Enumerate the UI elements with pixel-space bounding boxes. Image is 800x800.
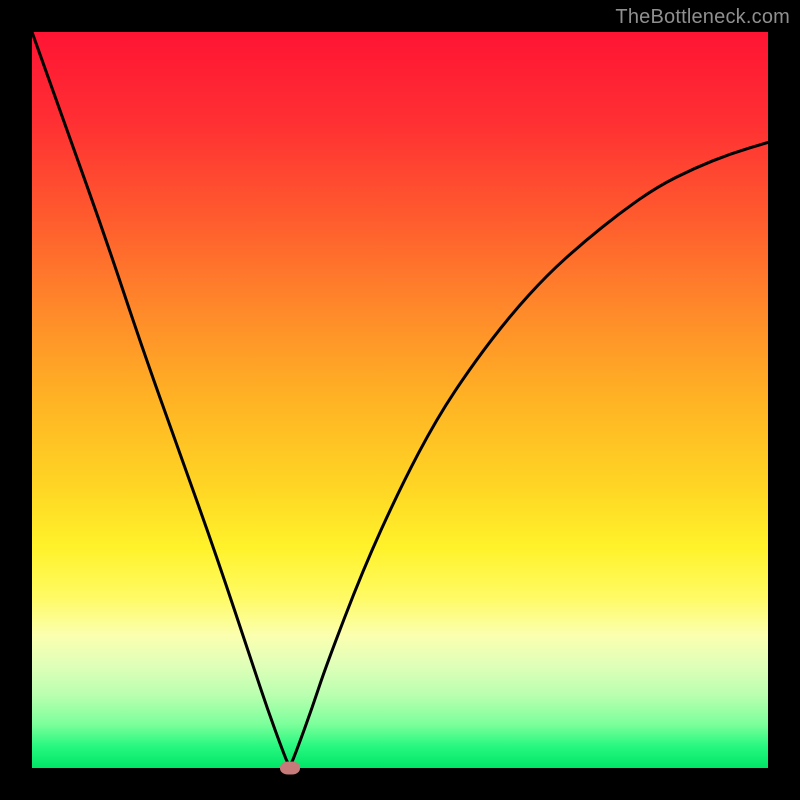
- optimal-point-marker: [280, 762, 300, 775]
- plot-area: [32, 32, 768, 768]
- chart-frame: TheBottleneck.com: [0, 0, 800, 800]
- curve-svg: [32, 32, 768, 768]
- bottleneck-curve: [32, 32, 768, 763]
- attribution-watermark: TheBottleneck.com: [615, 6, 790, 29]
